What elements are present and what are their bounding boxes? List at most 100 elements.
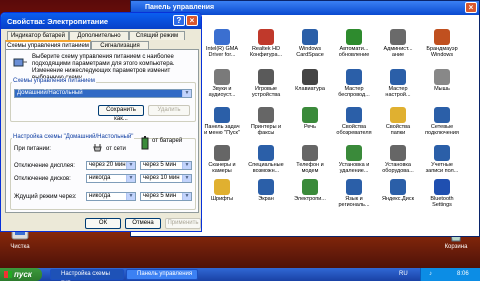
control-panel-item[interactable]: Язык и региональ... bbox=[335, 179, 373, 208]
tab-hibernate[interactable]: Спящий режим bbox=[129, 31, 185, 40]
control-panel-item[interactable]: Брандмауэр Windows bbox=[423, 29, 461, 58]
control-panel-item[interactable]: Речь bbox=[291, 107, 329, 130]
control-panel-item-label: Язык и региональ... bbox=[338, 196, 370, 208]
control-panel-item[interactable]: Bluetooth Settings bbox=[423, 179, 461, 208]
control-panel-item[interactable]: Звуки и аудиоуст... bbox=[203, 69, 241, 98]
battery-label: от батарей bbox=[152, 138, 183, 144]
control-panel-item[interactable]: Intel(R) GMA Driver for... bbox=[203, 29, 241, 58]
update-icon bbox=[346, 29, 362, 45]
dialog-close-button[interactable]: × bbox=[186, 15, 198, 26]
control-panel-item[interactable]: Экран bbox=[247, 179, 285, 202]
control-panel-item[interactable]: Установка оборудова... bbox=[379, 145, 417, 174]
folder-options-icon bbox=[390, 107, 406, 123]
control-panel-item-label: Windows CardSpace bbox=[296, 46, 324, 58]
control-panel-item-label: Realtek HD Конфигура... bbox=[249, 46, 283, 58]
display-off-battery-select[interactable]: через 5 мин ▼ bbox=[140, 161, 192, 170]
cardspace-icon bbox=[302, 29, 318, 45]
speaker-icon bbox=[258, 29, 274, 45]
control-panel-item-label: Специальные возможн... bbox=[248, 162, 284, 174]
control-panel-item[interactable]: Windows CardSpace bbox=[291, 29, 329, 58]
scheme-select[interactable]: Домашний/Настольный ▼ bbox=[14, 89, 192, 98]
cancel-button[interactable]: Отмена bbox=[125, 218, 161, 229]
control-panel-item-label: Мастер беспровод... bbox=[338, 86, 370, 98]
control-panel-item[interactable]: Учетные записи пол... bbox=[423, 145, 461, 174]
control-panel-item[interactable]: Игровые устройства bbox=[247, 69, 285, 98]
chevron-down-icon: ▼ bbox=[182, 175, 191, 182]
control-panel-item-label: Учетные записи пол... bbox=[425, 162, 459, 174]
gamepad-icon bbox=[258, 69, 274, 85]
control-panel-item[interactable]: Сетевые подключения bbox=[423, 107, 461, 136]
control-panel-item-label: Звуки и аудиоуст... bbox=[208, 86, 236, 98]
control-panel-item-label: Сканеры и камеры bbox=[208, 162, 236, 174]
language-indicator[interactable]: RU bbox=[399, 268, 408, 281]
control-panel-item[interactable]: Яндекс.Диск bbox=[379, 179, 417, 202]
tab-battery-meter[interactable]: Индикатор батарей bbox=[7, 31, 69, 40]
control-panel-item[interactable]: Телефон и модем bbox=[291, 145, 329, 174]
standby-ac-select[interactable]: никогда ▼ bbox=[86, 192, 136, 201]
power-schemes-panel: Выберите схему управления питанием с наи… bbox=[5, 49, 199, 213]
schemes-group bbox=[10, 82, 196, 122]
control-panel-item-label: Клавиатура bbox=[295, 86, 325, 92]
disks-off-ac-select[interactable]: никогда ▼ bbox=[86, 174, 136, 183]
ok-button[interactable]: ОК bbox=[85, 218, 121, 229]
delete-button[interactable]: Удалить bbox=[148, 105, 190, 116]
chevron-down-icon: ▼ bbox=[126, 162, 135, 169]
dialog-title: Свойства: Электропитание bbox=[7, 17, 109, 26]
disks-off-label: Отключение дисков: bbox=[14, 176, 71, 182]
control-panel-item-label: Речь bbox=[303, 124, 317, 130]
control-panel-item[interactable]: Автомати... обновление bbox=[335, 29, 373, 58]
control-panel-item[interactable]: Админист... ание bbox=[379, 29, 417, 58]
display-off-ac-select[interactable]: через 20 мин ▼ bbox=[86, 161, 136, 170]
chevron-down-icon: ▼ bbox=[182, 90, 191, 97]
control-panel-item-label: Игровые устройства bbox=[251, 86, 281, 98]
control-panel-item[interactable]: Шрифты bbox=[203, 179, 241, 202]
taskbar-item-power-scheme[interactable]: Настройка схемы пит... bbox=[50, 269, 124, 281]
control-panel-item-label: Intel(R) GMA Driver for... bbox=[205, 46, 239, 58]
scheme-settings-label: Настройка схемы "Домашний/Настольный" bbox=[12, 134, 135, 141]
control-panel-item[interactable]: Мастер беспровод... bbox=[335, 69, 373, 98]
tab-advanced[interactable]: Дополнительно bbox=[69, 31, 129, 40]
control-panel-item[interactable]: Realtek HD Конфигура... bbox=[247, 29, 285, 58]
system-tray: RU ♪ 8:06 bbox=[399, 268, 480, 281]
mouse-icon bbox=[434, 69, 450, 85]
control-panel-item-label: Установка оборудова... bbox=[382, 162, 414, 174]
control-panel-item[interactable]: Сканеры и камеры bbox=[203, 145, 241, 174]
control-panel-item-label: Свойства папки bbox=[385, 124, 411, 136]
control-panel-item[interactable]: Установка и удаление... bbox=[335, 145, 373, 174]
control-panel-item[interactable]: Мышь bbox=[423, 69, 461, 92]
chevron-down-icon: ▼ bbox=[182, 193, 191, 200]
control-panel-item[interactable]: Клавиатура bbox=[291, 69, 329, 92]
control-panel-item-label: Брандмауэр Windows bbox=[426, 46, 458, 58]
control-panel-item-label: Яндекс.Диск bbox=[382, 196, 414, 202]
control-panel-item[interactable]: Электропи... bbox=[291, 179, 329, 202]
dialog-titlebar[interactable]: Свойства: Электропитание ? × bbox=[1, 13, 201, 29]
ac-plug-icon bbox=[93, 144, 102, 152]
help-button[interactable]: ? bbox=[173, 15, 185, 26]
ac-label: от сети bbox=[106, 146, 126, 152]
save-as-button[interactable]: Сохранить как... bbox=[98, 105, 144, 122]
speaker-tray-icon[interactable]: ♪ bbox=[429, 268, 432, 281]
close-button[interactable]: × bbox=[465, 2, 477, 13]
disks-off-battery-select[interactable]: через 10 мин ▼ bbox=[140, 174, 192, 183]
control-panel-item-label: Мышь bbox=[434, 86, 450, 92]
sound-icon bbox=[214, 69, 230, 85]
control-panel-item[interactable]: Принтеры и факсы bbox=[247, 107, 285, 136]
taskbar: пуск Настройка схемы пит... Панель управ… bbox=[0, 268, 480, 281]
control-panel-item[interactable]: Свойства обозревателя bbox=[335, 107, 373, 136]
start-button[interactable]: пуск bbox=[0, 268, 42, 281]
control-panel-item[interactable]: Панель задач и меню "Пуск" bbox=[203, 107, 241, 136]
control-panel-item[interactable]: Свойства папки bbox=[379, 107, 417, 136]
standby-battery-select[interactable]: через 5 мин ▼ bbox=[140, 192, 192, 201]
globe-icon bbox=[346, 179, 362, 195]
network-setup-icon bbox=[390, 69, 406, 85]
taskbar-item-control-panel[interactable]: Панель управления bbox=[126, 269, 198, 280]
control-panel-item-label: Мастер настрой... bbox=[385, 86, 411, 98]
control-panel-item[interactable]: Мастер настрой... bbox=[379, 69, 417, 98]
wireless-icon bbox=[346, 69, 362, 85]
monitor-icon bbox=[214, 29, 230, 45]
control-panel-item[interactable]: Специальные возможн... bbox=[247, 145, 285, 174]
standby-label: Ждущий режим через: bbox=[14, 194, 77, 200]
apply-button[interactable]: Применить bbox=[165, 218, 201, 229]
control-panel-item-label: Админист... ание bbox=[383, 46, 413, 58]
accessibility-icon bbox=[258, 145, 274, 161]
